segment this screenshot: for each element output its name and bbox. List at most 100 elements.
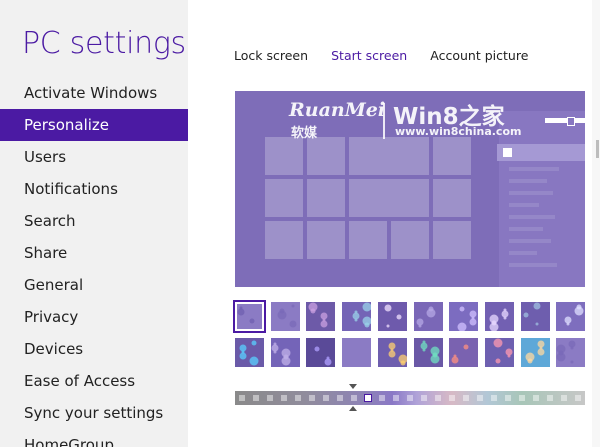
- color-swatch[interactable]: [435, 395, 441, 401]
- pattern-dots-icon[interactable]: [235, 338, 264, 367]
- preview-pane-line: [509, 179, 547, 183]
- pattern-ribbon-icon[interactable]: [306, 338, 335, 367]
- color-swatch[interactable]: [379, 395, 385, 401]
- pattern-graphic: [352, 302, 371, 328]
- color-marker-top-icon[interactable]: [349, 384, 357, 389]
- tab-start-screen[interactable]: Start screen: [331, 48, 407, 63]
- pattern-graphic: [451, 344, 469, 364]
- pattern-graphic: [388, 342, 407, 366]
- color-swatch[interactable]: [575, 395, 581, 401]
- sidebar-item-notifications[interactable]: Notifications: [0, 173, 188, 205]
- pattern-graphic: [308, 302, 328, 328]
- preview-pane-line: [509, 239, 551, 243]
- sidebar-item-devices[interactable]: Devices: [0, 333, 188, 365]
- color-swatch[interactable]: [491, 395, 497, 401]
- pattern-feathers-icon[interactable]: [485, 302, 514, 331]
- personalize-tabs: Lock screen Start screen Account picture: [234, 45, 546, 64]
- color-swatch[interactable]: [337, 395, 343, 401]
- preview-tile: [265, 221, 303, 259]
- pattern-bubbles-icon[interactable]: [414, 338, 443, 367]
- preview-tile: [307, 137, 345, 175]
- color-swatch[interactable]: [505, 395, 511, 401]
- color-swatch[interactable]: [477, 395, 483, 401]
- preview-pane-line: [509, 191, 553, 195]
- color-swatch[interactable]: [253, 395, 259, 401]
- preview-tile: [433, 137, 471, 175]
- pattern-circles-icon[interactable]: [556, 302, 585, 331]
- pattern-petals-icon[interactable]: [485, 338, 514, 367]
- sidebar-item-activate-windows[interactable]: Activate Windows: [0, 77, 188, 109]
- color-swatch[interactable]: [449, 395, 455, 401]
- color-swatch[interactable]: [561, 395, 567, 401]
- pattern-coral-icon[interactable]: [521, 338, 550, 367]
- watermark-chinese: 软媒: [291, 126, 318, 141]
- preview-tile: [433, 179, 471, 217]
- pattern-graphic: [416, 306, 436, 328]
- sidebar-item-users[interactable]: Users: [0, 141, 188, 173]
- color-swatch[interactable]: [393, 395, 399, 401]
- tab-lock-screen[interactable]: Lock screen: [234, 48, 308, 63]
- sidebar-item-search[interactable]: Search: [0, 205, 188, 237]
- pattern-blank-icon[interactable]: [233, 300, 266, 333]
- preview-tile: [433, 221, 471, 259]
- pattern-twigs-icon[interactable]: [449, 302, 478, 331]
- color-swatch[interactable]: [281, 395, 287, 401]
- color-swatch[interactable]: [309, 395, 315, 401]
- pattern-ferns-icon[interactable]: [521, 302, 550, 331]
- pattern-guitar-icon[interactable]: [378, 338, 407, 367]
- preview-tile: [349, 179, 429, 217]
- sidebar-item-ease-of-access[interactable]: Ease of Access: [0, 365, 188, 397]
- color-swatch[interactable]: [421, 395, 427, 401]
- pattern-leaves-icon[interactable]: [414, 302, 443, 331]
- pattern-graphic: [523, 302, 541, 326]
- preview-tile: [349, 137, 429, 175]
- pattern-waves-icon[interactable]: [271, 338, 300, 367]
- pattern-graphic: [384, 304, 402, 328]
- color-swatch[interactable]: [267, 395, 273, 401]
- pattern-swirl-icon[interactable]: [306, 302, 335, 331]
- color-swatch[interactable]: [533, 395, 539, 401]
- sidebar-item-personalize[interactable]: Personalize: [0, 109, 188, 141]
- pattern-graphic: [239, 340, 259, 366]
- pattern-graphic: [489, 308, 509, 331]
- pattern-graphic: [556, 340, 576, 364]
- color-swatch[interactable]: [351, 395, 357, 401]
- preview-pane-line: [509, 167, 559, 171]
- color-marker-bottom-icon[interactable]: [349, 406, 357, 411]
- color-swatch[interactable]: [547, 395, 553, 401]
- color-picker-strip[interactable]: [235, 391, 585, 405]
- color-swatch[interactable]: [295, 395, 301, 401]
- color-swatch[interactable]: [364, 394, 372, 402]
- sidebar-item-homegroup[interactable]: HomeGroup: [0, 429, 188, 447]
- pattern-graphic: [277, 304, 297, 328]
- color-swatch[interactable]: [323, 395, 329, 401]
- preview-pane-checkbox: [503, 148, 512, 157]
- pattern-plain2-icon[interactable]: [342, 338, 371, 367]
- color-swatch[interactable]: [239, 395, 245, 401]
- pattern-shapes-icon[interactable]: [556, 338, 585, 367]
- preview-tile: [265, 137, 303, 175]
- pattern-splash-icon[interactable]: [449, 338, 478, 367]
- tab-account-picture[interactable]: Account picture: [430, 48, 528, 63]
- pattern-plain-icon[interactable]: [271, 302, 300, 331]
- preview-tile: [265, 179, 303, 217]
- sidebar-item-sync-your-settings[interactable]: Sync your settings: [0, 397, 188, 429]
- color-swatch[interactable]: [463, 395, 469, 401]
- settings-nav: Activate Windows Personalize Users Notif…: [0, 77, 188, 447]
- preview-pane-dot: [567, 117, 575, 126]
- pattern-birds-icon[interactable]: [342, 302, 371, 331]
- color-swatch[interactable]: [407, 395, 413, 401]
- scrollbar[interactable]: [592, 0, 600, 447]
- scrollbar-thumb[interactable]: [596, 140, 599, 158]
- sidebar-item-privacy[interactable]: Privacy: [0, 301, 188, 333]
- color-swatch[interactable]: [519, 395, 525, 401]
- preview-pane-header: [545, 118, 585, 123]
- sidebar-item-general[interactable]: General: [0, 269, 188, 301]
- pattern-graphic: [493, 338, 513, 364]
- preview-tile: [349, 221, 387, 259]
- sidebar-item-share[interactable]: Share: [0, 237, 188, 269]
- watermark-url: www.win8china.com: [395, 125, 522, 138]
- pattern-graphic: [237, 306, 255, 324]
- pattern-flowers-icon[interactable]: [378, 302, 407, 331]
- pattern-graphic: [457, 306, 477, 331]
